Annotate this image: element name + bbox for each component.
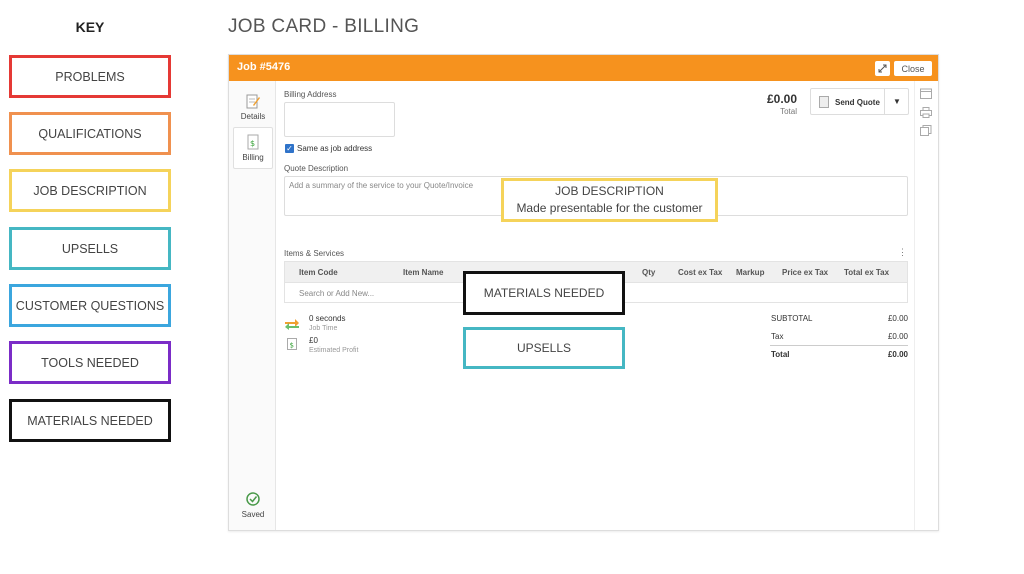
same-as-job-checkbox[interactable]: ✓ xyxy=(285,144,294,153)
grand-total-label: Total xyxy=(771,350,790,359)
billing-address-input[interactable] xyxy=(284,102,395,137)
key-title: KEY xyxy=(75,19,105,35)
col-markup: Markup xyxy=(736,268,765,277)
quote-description-placeholder: Add a summary of the service to your Quo… xyxy=(289,181,474,190)
more-options-icon[interactable]: ⋮ xyxy=(898,247,907,258)
upsells-annotation: UPSELLS xyxy=(463,327,625,369)
tax-value: £0.00 xyxy=(887,332,908,341)
svg-text:$: $ xyxy=(290,342,294,350)
key-problems: PROBLEMS xyxy=(9,55,171,98)
job-description-annotation-title: JOB DESCRIPTION xyxy=(555,184,664,198)
key-tools-needed: TOOLS NEEDED xyxy=(9,341,171,384)
key-job-description: JOB DESCRIPTION xyxy=(9,169,171,212)
nav-billing-label: Billing xyxy=(242,153,264,162)
job-description-annotation-subtitle: Made presentable for the customer xyxy=(516,201,703,215)
items-services-label: Items & Services xyxy=(284,249,345,258)
col-total-ex-tax: Total ex Tax xyxy=(844,268,890,277)
subtotal-value: £0.00 xyxy=(887,314,908,323)
job-right-toolbar xyxy=(914,81,938,530)
invoice-icon: $ xyxy=(287,338,297,350)
summary-divider xyxy=(770,345,908,346)
tax-label: Tax xyxy=(771,332,784,341)
expand-icon[interactable] xyxy=(875,61,890,76)
job-time-value: 0 seconds xyxy=(309,314,346,323)
job-time-label: Job Time xyxy=(309,325,338,332)
swap-arrows-icon xyxy=(285,319,299,330)
send-quote-dropdown-icon[interactable]: ▼ xyxy=(893,97,901,106)
key-upsells: UPSELLS xyxy=(9,227,171,270)
send-quote-button[interactable]: Send Quote ▼ xyxy=(810,88,909,115)
profit-label: Estimated Profit xyxy=(309,347,359,354)
send-quote-label: Send Quote xyxy=(835,98,880,107)
billing-icon: $ xyxy=(247,134,259,150)
svg-text:$: $ xyxy=(250,139,255,148)
document-icon xyxy=(819,96,829,108)
key-qualifications: QUALIFICATIONS xyxy=(9,112,171,155)
col-item-code: Item Code xyxy=(299,268,338,277)
job-side-nav: Details $ Billing Saved xyxy=(229,81,276,530)
print-icon[interactable] xyxy=(920,107,932,118)
saved-label: Saved xyxy=(241,510,265,519)
close-button[interactable]: Close xyxy=(894,61,932,76)
col-cost-ex-tax: Cost ex Tax xyxy=(678,268,723,277)
profit-value: £0 xyxy=(309,336,318,345)
col-item-name: Item Name xyxy=(403,268,444,277)
same-as-job-label: Same as job address xyxy=(297,144,373,153)
details-icon xyxy=(246,94,260,109)
total-label: Total xyxy=(780,107,797,116)
col-price-ex-tax: Price ex Tax xyxy=(782,268,829,277)
key-materials-needed: MATERIALS NEEDED xyxy=(9,399,171,442)
job-description-annotation: JOB DESCRIPTION Made presentable for the… xyxy=(501,178,718,222)
nav-details-label: Details xyxy=(240,112,266,121)
check-circle-icon xyxy=(246,492,260,506)
nav-details[interactable]: Details xyxy=(233,87,273,127)
nav-billing[interactable]: $ Billing xyxy=(233,127,273,169)
grand-total-value: £0.00 xyxy=(887,350,908,359)
materials-needed-annotation: MATERIALS NEEDED xyxy=(463,271,625,315)
billing-address-label: Billing Address xyxy=(284,90,337,99)
col-qty: Qty xyxy=(642,268,656,277)
job-title: Job #5476 xyxy=(237,61,291,73)
subtotal-label: SUBTOTAL xyxy=(771,314,813,323)
item-search-placeholder: Search or Add New... xyxy=(299,289,375,298)
copy-icon[interactable] xyxy=(920,125,932,136)
quote-description-label: Quote Description xyxy=(284,164,349,173)
saved-status: Saved xyxy=(233,485,273,525)
job-header: Job #5476 Close xyxy=(229,55,938,81)
total-amount: £0.00 xyxy=(766,92,797,106)
calendar-icon[interactable] xyxy=(920,88,932,99)
page-title: JOB CARD - BILLING xyxy=(228,16,420,37)
key-customer-questions: CUSTOMER QUESTIONS xyxy=(9,284,171,327)
